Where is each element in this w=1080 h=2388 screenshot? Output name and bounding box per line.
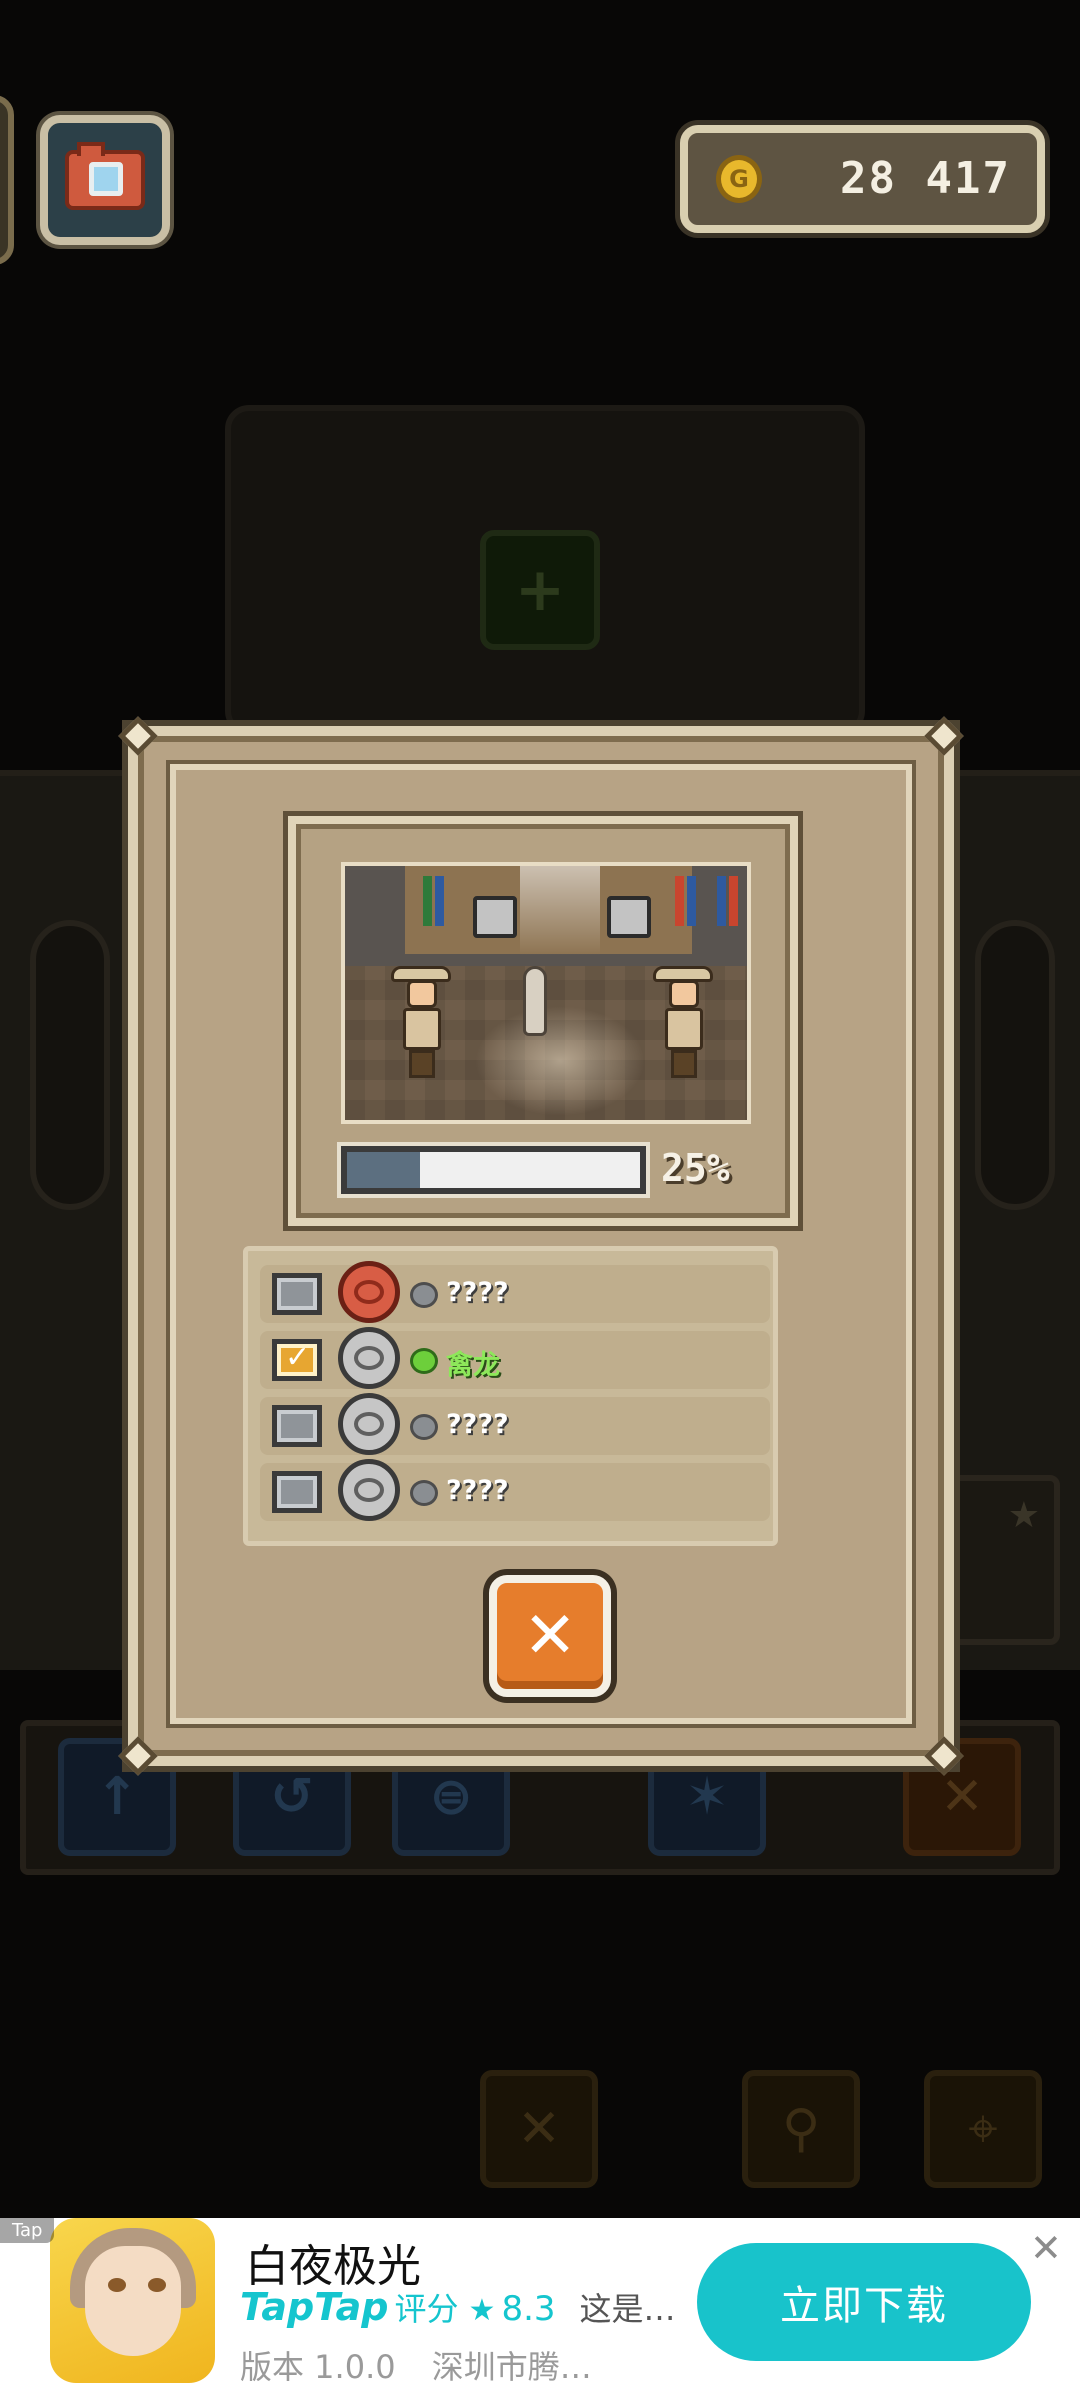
species-list: ???? 禽龙 ???? ????	[243, 1246, 778, 1546]
list-item[interactable]: ????	[260, 1261, 770, 1323]
coin-icon: G	[716, 155, 762, 203]
fossil-egg-icon	[338, 1327, 400, 1389]
coin-amount: 28 417	[840, 153, 1011, 204]
character-face	[85, 2246, 181, 2356]
species-name: ????	[446, 1277, 509, 1308]
star-icon: ★	[468, 2293, 496, 2328]
add-slot-button: +	[480, 530, 600, 650]
rating-label: 评分	[394, 2290, 459, 2328]
legs	[409, 1050, 435, 1078]
spotlight	[475, 1006, 645, 1116]
star-icon: ★	[1007, 1495, 1040, 1536]
item-checkbox[interactable]	[272, 1273, 322, 1315]
side-drawer-tab[interactable]	[0, 95, 14, 265]
researcher-right	[653, 966, 713, 1086]
ad-source-tag: Tap	[0, 2218, 55, 2243]
researcher-left	[391, 966, 451, 1086]
species-name: ????	[446, 1409, 509, 1440]
ad-meta: 版本 1.0.0 深圳市腾…	[240, 2342, 618, 2388]
lab-preview-frame: 25%	[288, 816, 798, 1226]
list-item[interactable]: ????	[260, 1459, 770, 1521]
book	[717, 876, 726, 926]
list-item[interactable]: ????	[260, 1393, 770, 1455]
status-dot	[410, 1480, 438, 1506]
camera-icon	[65, 142, 145, 210]
close-dialog-button[interactable]: ✕	[489, 1575, 611, 1697]
head	[407, 980, 437, 1008]
progress-percent: 25%	[661, 1146, 730, 1190]
status-dot	[410, 1348, 438, 1374]
book	[729, 876, 738, 926]
status-dot	[410, 1414, 438, 1440]
ad-rating-row: TapTap 评分 ★ 8.3 这是…	[240, 2284, 676, 2330]
coin-counter: G 28 417	[680, 125, 1045, 233]
fossil-egg-icon	[338, 1261, 400, 1323]
bottom-close-icon: ✕	[480, 2070, 598, 2188]
body	[403, 1008, 441, 1050]
item-checkbox[interactable]	[272, 1471, 322, 1513]
download-button[interactable]: 立即下载	[697, 2243, 1031, 2361]
identify-progress: 25%	[341, 1142, 781, 1202]
fossil-egg-icon	[338, 1393, 400, 1455]
species-name: 禽龙	[446, 1350, 500, 1381]
camera-lens	[89, 162, 123, 196]
book	[687, 876, 696, 926]
species-name: ????	[446, 1475, 509, 1506]
lab-machine	[473, 896, 517, 938]
legs	[671, 1050, 697, 1078]
camera-button[interactable]	[40, 115, 170, 245]
status-dot	[410, 1282, 438, 1308]
pillar-left	[30, 920, 110, 1210]
item-checkbox[interactable]	[272, 1405, 322, 1447]
light-beam	[520, 866, 600, 956]
lab-machine	[607, 896, 651, 938]
ad-banner[interactable]: Tap 白夜极光 TapTap 评分 ★ 8.3 这是… 版本 1.0.0 深圳…	[0, 2218, 1080, 2388]
ad-description: 这是…	[579, 2290, 676, 2328]
fossil-egg-icon	[338, 1459, 400, 1521]
book	[435, 876, 444, 926]
close-icon: ✕	[523, 1599, 577, 1673]
rating-value: 8.3	[501, 2289, 556, 2329]
fossil-specimen	[523, 966, 547, 1036]
character-eye	[148, 2278, 166, 2292]
taptap-logo: TapTap	[240, 2285, 389, 2329]
list-item[interactable]: 禽龙	[260, 1327, 770, 1389]
book	[675, 876, 684, 926]
identification-dialog: 25% ???? 禽龙 ???? ???? ✕	[118, 716, 964, 1776]
head	[669, 980, 699, 1008]
app-publisher: 深圳市腾…	[431, 2348, 592, 2386]
close-ad-icon[interactable]: ✕	[1030, 2226, 1062, 2270]
body	[665, 1008, 703, 1050]
item-checkbox[interactable]	[272, 1339, 322, 1381]
progress-track	[341, 1146, 646, 1194]
book	[423, 876, 432, 926]
pillar-right	[975, 920, 1055, 1210]
character-eye	[108, 2278, 126, 2292]
bottom-map-icon: ⌖	[924, 2070, 1042, 2188]
app-version: 版本 1.0.0	[240, 2348, 396, 2386]
lab-preview-scene	[341, 862, 751, 1124]
app-icon[interactable]	[50, 2218, 215, 2383]
progress-fill	[347, 1152, 421, 1188]
bottom-search-icon: ⚲	[742, 2070, 860, 2188]
